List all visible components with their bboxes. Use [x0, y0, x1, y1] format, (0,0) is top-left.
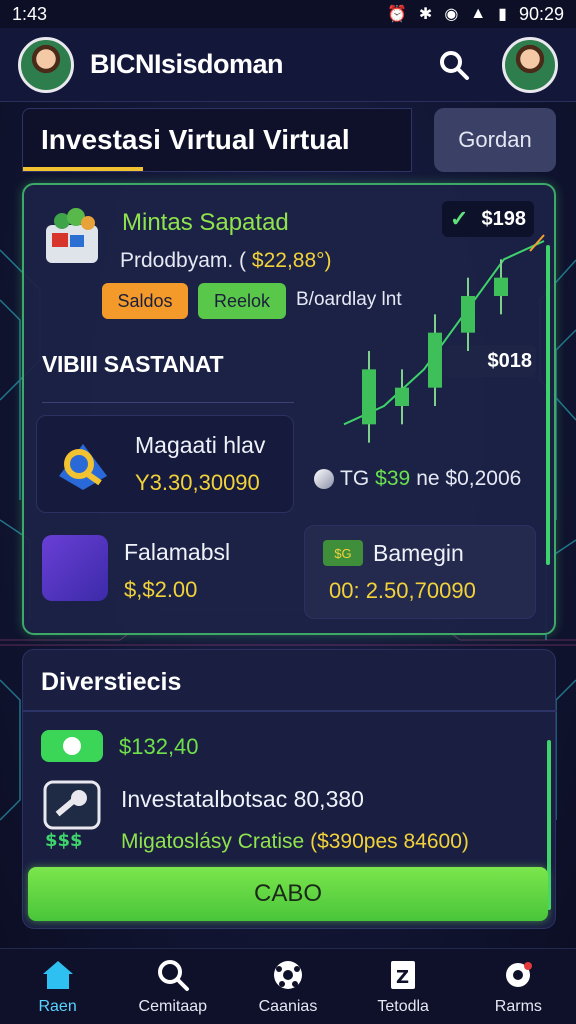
home-icon — [42, 960, 73, 989]
cash-amount: $132,40 — [119, 734, 199, 759]
document-icon: Z — [391, 960, 416, 989]
status-bar: 1:43 ⏰ ✱ ◉ ▲ ▮ 90:29 — [0, 0, 576, 28]
nav-item-games[interactable]: Caanias — [233, 958, 343, 1016]
card-subtitle-amount: $22,88°) — [251, 249, 332, 272]
investment-sub-amount: ($390pes 84600) — [310, 830, 469, 853]
holding-card-1[interactable]: Magaati hlav Y3.30,30090 — [36, 415, 294, 513]
holding-1-value: Y3.30,30090 — [135, 470, 260, 495]
nav-item-search[interactable]: Cemitaap — [118, 958, 228, 1016]
signal-icon: ▲ — [470, 5, 487, 22]
search-icon — [157, 959, 189, 991]
search-icon — [440, 50, 469, 80]
grocery-box-icon — [46, 208, 98, 263]
investment-subtitle: Migatoslásy Cratise ($390pes 84600) — [121, 830, 469, 854]
nav-label-documents: Tetodla — [377, 997, 429, 1015]
badge-reelok[interactable]: Reelok — [198, 283, 286, 319]
candlestick-chart — [343, 234, 545, 443]
investment-key-icon: $$$ — [43, 780, 101, 851]
inline-green: $39 — [375, 467, 411, 490]
candle-body — [395, 387, 409, 406]
coin-icon — [314, 469, 334, 489]
cash-icon — [41, 730, 103, 762]
divider — [42, 402, 294, 403]
card-subtitle-prefix: Prdodbyam. ( — [120, 249, 247, 272]
candle-body — [461, 296, 475, 333]
bottom-nav: Raen Cemitaap Caanias Z Tetodla Rarms — [0, 948, 576, 1024]
holding-2-value: $,$2.00 — [124, 577, 198, 602]
badge-saldos[interactable]: Saldos — [102, 283, 188, 319]
inline-prefix: TG — [340, 467, 370, 490]
investment-title: Investatalbotsac 80,380 — [121, 786, 364, 812]
svg-text:Z: Z — [396, 967, 409, 988]
holding-2-title: Falamabsl — [124, 539, 231, 565]
holding-card-3[interactable]: $G Bamegin 00: 2.50,70090 — [304, 525, 536, 619]
nav-item-documents[interactable]: Z Tetodla — [348, 958, 458, 1016]
nav-item-home[interactable]: Raen — [3, 958, 113, 1016]
nav-item-settings[interactable]: Rarms — [463, 958, 573, 1016]
nav-label-home: Raen — [38, 997, 77, 1015]
tab-active-indicator — [23, 167, 143, 171]
tab-investasi-label: Investasi Virtual Virtual — [41, 124, 350, 155]
portfolio-card: Mintas Sapatad Prdodbyam. ( $22,88°) ✓ $… — [22, 183, 556, 635]
panel2-title: Diverstiecis — [41, 668, 182, 696]
inline-suffix: ne $0,2006 — [416, 467, 522, 490]
tab-bar: Investasi Virtual Virtual Gordan — [22, 108, 556, 172]
holding-1-title: Magaati hlav — [135, 432, 266, 458]
nav-label-games: Caanias — [258, 997, 318, 1015]
alarm-icon: ⏰ — [387, 6, 407, 23]
bluetooth-icon: ✱ — [418, 6, 433, 23]
app-title: BICNIsisdoman — [90, 49, 284, 79]
profile-avatar[interactable] — [502, 36, 558, 93]
soccer-ball-icon — [273, 960, 302, 989]
section-label: VIBIII SASTANAT — [42, 351, 224, 377]
game-card-icon — [42, 535, 108, 601]
money-icon: $G — [323, 540, 363, 566]
holding-3-title: Bamegin — [373, 540, 464, 566]
nav-label-search: Cemitaap — [138, 997, 208, 1015]
user-avatar[interactable] — [18, 36, 74, 93]
status-clock: 90:29 — [518, 3, 564, 24]
status-icons: ⏰ ✱ ◉ ▲ ▮ 90:29 — [387, 4, 564, 25]
candle-body — [494, 277, 508, 296]
tab-investasi[interactable]: Investasi Virtual Virtual — [22, 108, 412, 172]
svg-text:$$$: $$$ — [45, 830, 83, 851]
app-header: BICNIsisdoman — [0, 28, 576, 102]
status-time: 1:43 — [12, 3, 48, 24]
cabo-button[interactable]: CABO — [28, 867, 548, 921]
holding-3-value: 00: 2.50,70090 — [329, 578, 476, 603]
search-button[interactable] — [432, 43, 476, 87]
key-icon — [59, 444, 107, 490]
nav-label-settings: Rarms — [494, 997, 542, 1015]
candle-body — [362, 369, 376, 425]
card-title: Mintas Sapatad — [122, 209, 289, 236]
panel2-divider — [23, 710, 557, 712]
card-subtitle: Prdodbyam. ( $22,88°) — [120, 249, 332, 273]
inline-stats: TG $39 ne $0,2006 — [314, 467, 521, 491]
wifi-icon: ◉ — [444, 6, 459, 23]
tab-gordan[interactable]: Gordan — [434, 108, 556, 172]
investment-sub-green: Migatoslásy Cratise — [121, 830, 305, 853]
battery-icon: ▮ — [498, 6, 507, 23]
candle-body — [428, 332, 442, 388]
gear-icon — [506, 961, 533, 987]
